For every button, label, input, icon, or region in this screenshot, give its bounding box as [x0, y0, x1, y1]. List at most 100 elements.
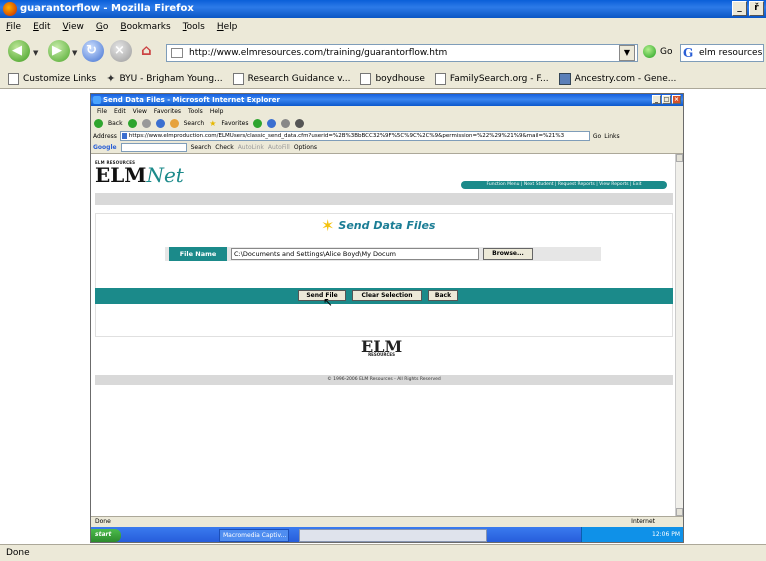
- bookmark-item[interactable]: ✦ BYU - Brigham Young...: [106, 72, 222, 85]
- home-icon[interactable]: [169, 118, 179, 128]
- bookmark-label: boydhouse: [375, 73, 425, 84]
- go-button[interactable]: Go: [643, 45, 672, 58]
- byu-icon: ✦: [106, 72, 116, 85]
- ie-minimize-button[interactable]: _: [652, 95, 661, 104]
- clear-selection-button[interactable]: Clear Selection: [352, 290, 422, 301]
- google-icon: G: [683, 46, 694, 60]
- page-icon: [232, 72, 244, 85]
- ie-address-text: https://www.elmproduction.com/ELMUsers/c…: [128, 133, 565, 139]
- home-button[interactable]: ⌂: [138, 40, 160, 62]
- google-search-input[interactable]: [120, 143, 187, 152]
- clock: 12:06 PM: [652, 531, 680, 538]
- google-autolink-button[interactable]: AutoLink: [238, 144, 264, 151]
- ie-maximize-button[interactable]: □: [662, 95, 671, 104]
- ie-window: Send Data Files - Microsoft Internet Exp…: [90, 93, 684, 543]
- elmnet-logo: ELM RESOURCES ELMNet: [95, 160, 184, 185]
- back-dropdown-icon[interactable]: ▼: [33, 49, 38, 57]
- scroll-down-icon[interactable]: [676, 508, 683, 516]
- scroll-up-icon[interactable]: [676, 154, 683, 162]
- reload-icon: ↻: [86, 43, 97, 58]
- ie-links-button[interactable]: Links: [604, 133, 619, 140]
- menu-file[interactable]: File: [6, 22, 21, 32]
- google-options-button[interactable]: Options: [294, 144, 317, 151]
- ie-status-bar: Done Internet: [91, 516, 683, 527]
- browse-button[interactable]: Browse...: [483, 248, 533, 260]
- ie-title-bar: Send Data Files - Microsoft Internet Exp…: [91, 94, 683, 106]
- page-title: ✶ Send Data Files: [321, 216, 435, 235]
- url-bar[interactable]: http://www.elmresources.com/training/gua…: [166, 44, 638, 62]
- page-icon: [434, 72, 446, 85]
- status-text: Done: [6, 548, 30, 558]
- google-autofill-button[interactable]: AutoFill: [268, 144, 290, 151]
- ie-back-label[interactable]: Back: [108, 120, 123, 127]
- file-name-label: File Name: [169, 247, 227, 261]
- media-controls[interactable]: [299, 529, 487, 542]
- menu-edit[interactable]: Edit: [33, 22, 50, 32]
- ie-go-button[interactable]: Go: [593, 133, 601, 140]
- minimize-button[interactable]: _: [732, 1, 747, 16]
- history-icon[interactable]: [267, 118, 277, 128]
- maximize-button[interactable]: ř: [749, 1, 764, 16]
- reload-button[interactable]: ↻: [82, 40, 104, 62]
- refresh-icon[interactable]: [155, 118, 165, 128]
- page-icon: [171, 48, 183, 58]
- go-label: Go: [660, 46, 673, 57]
- bookmark-item[interactable]: FamilySearch.org - F...: [434, 72, 549, 85]
- forward-icon[interactable]: [127, 118, 137, 128]
- ie-close-button[interactable]: ×: [672, 95, 681, 104]
- back-button[interactable]: ◀: [8, 40, 30, 62]
- bookmark-item[interactable]: Research Guidance v...: [232, 72, 351, 85]
- menu-tools[interactable]: Tools: [183, 22, 205, 32]
- print-icon[interactable]: [295, 118, 305, 128]
- ie-menu-tools[interactable]: Tools: [188, 108, 203, 115]
- media-icon[interactable]: [253, 118, 263, 128]
- stop-icon[interactable]: [141, 118, 151, 128]
- menu-help[interactable]: Help: [217, 22, 238, 32]
- start-button[interactable]: start: [91, 529, 121, 542]
- home-icon: ⌂: [141, 41, 152, 59]
- send-file-button[interactable]: Send File: [298, 290, 346, 301]
- firefox-icon: [3, 2, 17, 16]
- page-icon: [360, 72, 372, 85]
- forward-button[interactable]: ▶: [48, 40, 70, 62]
- bookmark-item[interactable]: Ancestry.com - Gene...: [558, 72, 676, 85]
- forward-dropdown-icon[interactable]: ▼: [72, 49, 77, 57]
- google-search-button[interactable]: Search: [191, 144, 212, 151]
- ie-menu-favorites[interactable]: Favorites: [154, 108, 181, 115]
- bookmark-label: BYU - Brigham Young...: [119, 73, 223, 84]
- menu-view[interactable]: View: [63, 22, 84, 32]
- elmnet-nav-bar[interactable]: Function Menu | Next Student | Request R…: [461, 181, 667, 189]
- ie-status-text: Done: [95, 518, 111, 525]
- ie-favorites-button[interactable]: Favorites: [221, 120, 248, 127]
- ie-scrollbar[interactable]: [675, 154, 683, 516]
- ie-menu-file[interactable]: File: [97, 108, 107, 115]
- firefox-menu-bar: File Edit View Go Bookmarks Tools Help: [0, 18, 766, 35]
- ie-address-input[interactable]: https://www.elmproduction.com/ELMUsers/c…: [119, 131, 590, 141]
- ie-search-button[interactable]: Search: [184, 120, 205, 127]
- mail-icon[interactable]: [281, 118, 291, 128]
- firefox-title-bar: guarantorflow - Mozilla Firefox _ ř: [0, 0, 766, 18]
- google-check-button[interactable]: Check: [215, 144, 233, 151]
- ie-menu-bar: File Edit View Favorites Tools Help: [91, 106, 683, 116]
- ie-menu-view[interactable]: View: [133, 108, 147, 115]
- star-icon: ✶: [321, 216, 335, 235]
- taskbar-item[interactable]: Macromedia Captiv...: [219, 529, 289, 542]
- back-arrow-icon: ◀: [12, 43, 22, 58]
- bookmark-label: Research Guidance v...: [247, 73, 351, 84]
- file-name-input[interactable]: C:\Documents and Settings\Alice Boyd\My …: [231, 248, 479, 260]
- ie-menu-edit[interactable]: Edit: [114, 108, 126, 115]
- favorites-icon: ★: [209, 118, 217, 128]
- back-icon[interactable]: [94, 118, 103, 128]
- stop-button[interactable]: ×: [110, 40, 132, 62]
- back-button[interactable]: Back: [428, 290, 458, 301]
- bookmark-item[interactable]: Customize Links: [8, 72, 96, 85]
- file-name-row: File Name C:\Documents and Settings\Alic…: [165, 247, 601, 261]
- bookmark-item[interactable]: boydhouse: [360, 72, 425, 85]
- menu-bookmarks[interactable]: Bookmarks: [120, 22, 170, 32]
- menu-go[interactable]: Go: [96, 22, 109, 32]
- url-dropdown-button[interactable]: ▼: [619, 45, 635, 61]
- search-box[interactable]: G elm resources: [680, 44, 764, 62]
- ie-toolbar: Back Search ★ Favorites: [91, 116, 683, 130]
- ie-menu-help[interactable]: Help: [210, 108, 224, 115]
- navigation-toolbar: ◀ ▼ ▶ ▼ ↻ × ⌂ http://www.elmresources.co…: [0, 35, 766, 69]
